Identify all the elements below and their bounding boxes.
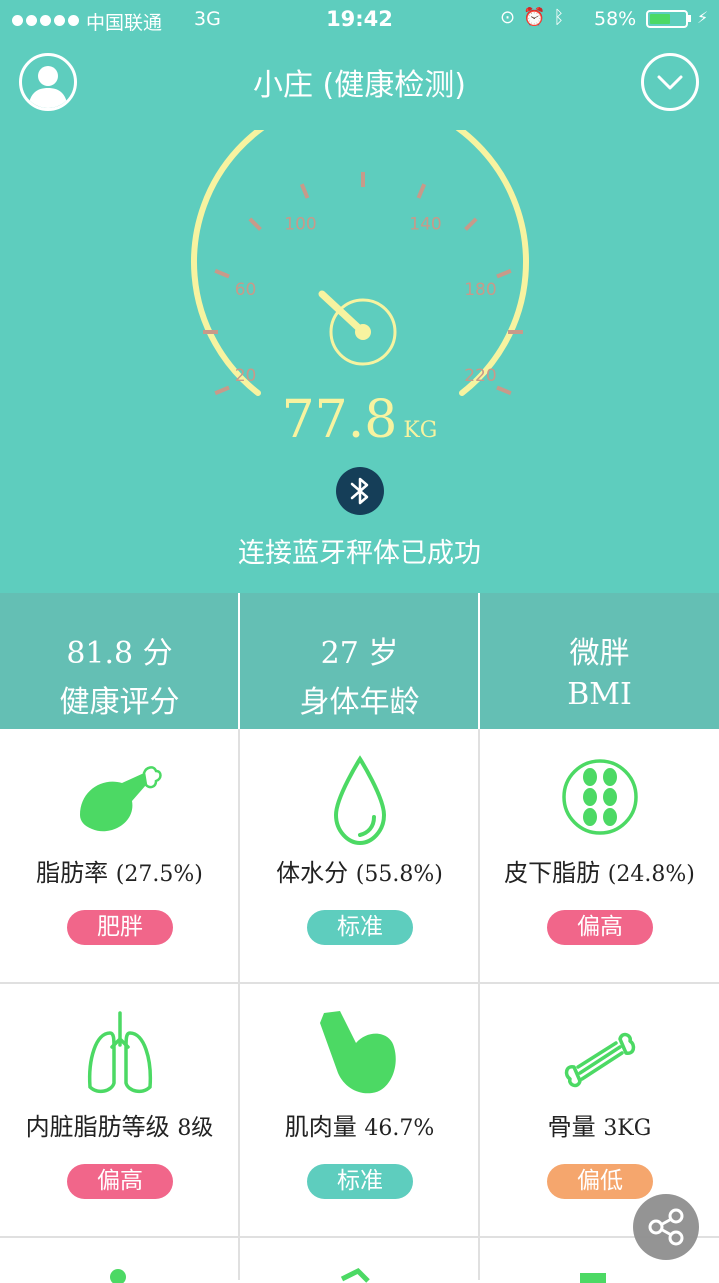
- lock-rotation-icon: ⊙: [500, 7, 524, 28]
- gauge-tick: [416, 183, 427, 199]
- metric-label: 内脏脂肪等级 8级: [0, 1107, 239, 1142]
- stat-value: 27 岁: [320, 636, 399, 671]
- stat-label: 健康评分: [59, 685, 180, 720]
- status-bar: 中国联通 3G 19:42 ⊙⏰ᛒ 58% ⚡: [0, 0, 719, 40]
- water-drop-icon: [333, 755, 387, 846]
- stat-value: 81.8 分: [66, 636, 173, 671]
- metric-muscle-mass[interactable]: 肌肉量 46.7% 标准: [240, 983, 479, 1236]
- bluetooth-icon: [336, 467, 384, 515]
- metric-value: (55.8%): [355, 862, 443, 887]
- muscle-arm-icon: [320, 1011, 396, 1094]
- metric-label: 脂肪率 (27.5%): [0, 853, 239, 888]
- status-icons: ⊙⏰ᛒ: [500, 7, 572, 28]
- stat-label: 身体年龄: [299, 685, 420, 720]
- summary-stats: 81.8 分 健康评分 27 岁 身体年龄 微胖 BMI: [0, 593, 719, 729]
- gauge-tick: [214, 268, 230, 279]
- partial-row-icon: [340, 1267, 370, 1283]
- gauge-tick: [299, 183, 310, 199]
- metric-value: 3KG: [603, 1116, 652, 1141]
- metrics-grid: 脂肪率 (27.5%) 肥胖 体水分 (55.8%) 标准 皮下脂肪 (24.8…: [0, 729, 719, 1283]
- weight-value: 77.8: [281, 390, 398, 450]
- gauge-tick: [248, 217, 262, 231]
- fat-cells-icon: [562, 759, 638, 835]
- page-title: 小庄 (健康检测): [253, 68, 466, 103]
- gauge-tick: [464, 217, 478, 231]
- metric-label: 骨量 3KG: [480, 1107, 719, 1142]
- gauge-tick-label: 220: [464, 366, 496, 386]
- gauge-arc: [191, 130, 529, 396]
- grid-divider: [238, 729, 240, 1280]
- battery-percent: 58%: [594, 8, 637, 30]
- metric-label: 皮下脂肪 (24.8%): [480, 853, 719, 888]
- metric-name: 脂肪率: [36, 859, 109, 887]
- metric-name: 骨量: [547, 1113, 596, 1141]
- connection-status: 连接蓝牙秤体已成功: [238, 538, 481, 569]
- partial-row-icon: [110, 1269, 126, 1283]
- metric-label: 肌肉量 46.7%: [240, 1107, 479, 1142]
- status-badge: 肥胖: [67, 910, 173, 945]
- partial-row-icon: [580, 1273, 606, 1283]
- status-badge: 偏高: [547, 910, 653, 945]
- status-badge: 标准: [307, 910, 413, 945]
- metric-body-water[interactable]: 体水分 (55.8%) 标准: [240, 729, 479, 982]
- metric-subcutaneous-fat[interactable]: 皮下脂肪 (24.8%) 偏高: [480, 729, 719, 982]
- stat-health-score: 81.8 分 健康评分: [0, 593, 239, 729]
- weight-gauge: 20 60 100 140 180 220: [191, 130, 529, 396]
- dropdown-menu-button[interactable]: [641, 53, 699, 111]
- grid-divider: [0, 1236, 719, 1238]
- gauge-tick-label: 60: [235, 280, 257, 300]
- gauge-tick-label: 180: [464, 280, 496, 300]
- battery-tip: [688, 15, 691, 22]
- metric-name: 内脏脂肪等级: [25, 1113, 170, 1141]
- grid-divider: [0, 982, 719, 984]
- battery-icon: [646, 10, 688, 28]
- stat-label: BMI: [567, 677, 632, 712]
- stat-body-age: 27 岁 身体年龄: [240, 593, 479, 729]
- gauge-tick-label: 140: [409, 215, 441, 235]
- lungs-icon: [87, 1011, 153, 1094]
- metric-visceral-fat[interactable]: 内脏脂肪等级 8级 偏高: [0, 983, 239, 1236]
- chevron-down-icon: [657, 75, 683, 90]
- gauge-tick: [496, 268, 512, 279]
- share-button[interactable]: [633, 1194, 699, 1260]
- gauge-center-dot: [355, 324, 371, 340]
- charging-icon: ⚡: [697, 8, 709, 27]
- status-badge: 偏高: [67, 1164, 173, 1199]
- gauge-tick-label: 100: [284, 215, 316, 235]
- metric-value: (27.5%): [115, 862, 203, 887]
- metric-name: 体水分: [276, 859, 349, 887]
- bone-icon: [564, 1032, 636, 1088]
- metric-label: 体水分 (55.8%): [240, 853, 479, 888]
- share-icon: [648, 1208, 684, 1246]
- weight-unit: KG: [403, 418, 438, 443]
- metric-value: (24.8%): [607, 862, 695, 887]
- stat-bmi: 微胖 BMI: [480, 593, 719, 729]
- bluetooth-status-icon: ᛒ: [553, 7, 573, 28]
- status-badge: 标准: [307, 1164, 413, 1199]
- header-area: 中国联通 3G 19:42 ⊙⏰ᛒ 58% ⚡ 小庄 (健康检测) 20 60 10…: [0, 0, 719, 593]
- weight-readout: 77.8 KG: [0, 390, 719, 450]
- metric-value: 8级: [177, 1116, 214, 1141]
- gauge-tick-label: 20: [235, 366, 257, 386]
- metric-name: 皮下脂肪: [504, 859, 601, 887]
- grid-divider: [478, 729, 480, 1280]
- metric-body-fat[interactable]: 脂肪率 (27.5%) 肥胖: [0, 729, 239, 982]
- alarm-icon: ⏰: [523, 7, 554, 28]
- metric-name: 肌肉量: [284, 1113, 357, 1141]
- metric-value: 46.7%: [364, 1116, 435, 1141]
- stat-value: 微胖: [569, 636, 630, 671]
- battery-fill: [650, 14, 670, 24]
- drumstick-icon: [80, 766, 162, 832]
